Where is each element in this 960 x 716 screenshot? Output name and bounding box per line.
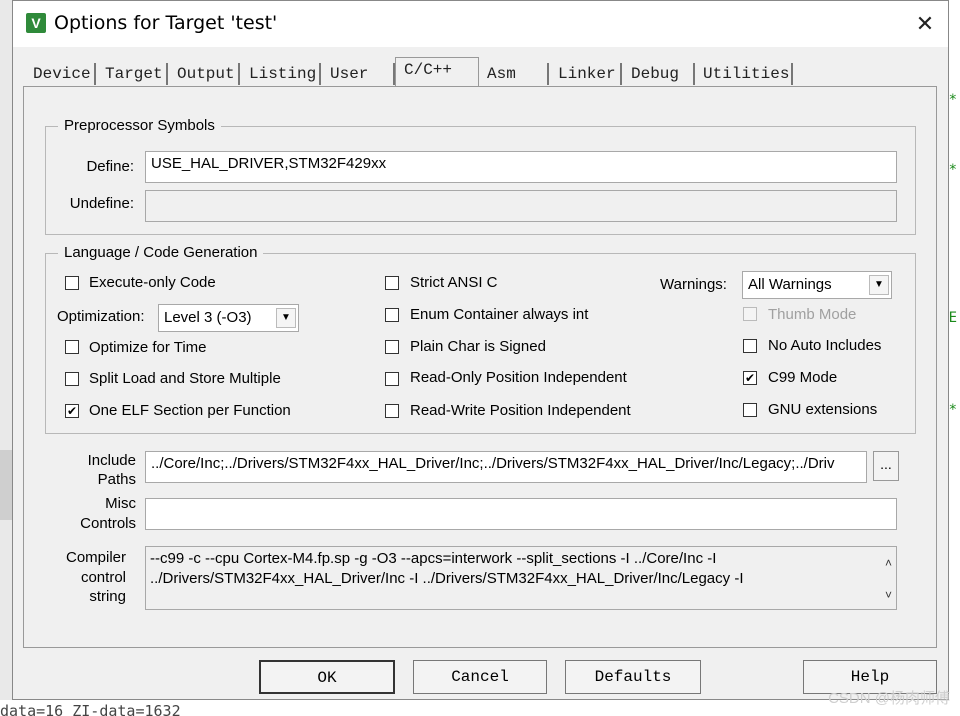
keil-uvision-icon: V (26, 13, 46, 33)
chevron-down-icon: ▼ (869, 275, 889, 295)
options-dialog: V Options for Target 'test' ✕ Device Tar… (12, 0, 949, 700)
no-auto-includes-label: No Auto Includes (768, 337, 882, 354)
thumb-mode-checkbox (743, 307, 757, 321)
defaults-button[interactable]: Defaults (565, 660, 701, 694)
optimization-label: Optimization: (57, 308, 145, 325)
misc-controls-input[interactable] (145, 498, 897, 530)
strict-ansi-label: Strict ANSI C (410, 274, 498, 291)
gnu-extensions-label: GNU extensions (768, 401, 878, 418)
rw-pi-checkbox[interactable] (385, 404, 399, 418)
optimize-time-checkbox[interactable] (65, 340, 79, 354)
tab-user[interactable]: User (322, 63, 395, 85)
split-load-label: Split Load and Store Multiple (89, 370, 281, 387)
tab-listing[interactable]: Listing (241, 63, 321, 85)
enum-container-label: Enum Container always int (410, 306, 589, 323)
warnings-label: Warnings: (660, 276, 727, 293)
define-label: Define: (86, 158, 134, 175)
one-elf-label: One ELF Section per Function (89, 402, 291, 419)
include-label-line2: Paths (97, 471, 136, 488)
misc-label-line2: Controls (80, 515, 136, 532)
preprocessor-group: Preprocessor Symbols Define: USE_HAL_DRI… (45, 117, 916, 235)
undefine-input[interactable] (145, 190, 897, 222)
dialog-title: Options for Target 'test' (54, 12, 278, 34)
optimize-time-label: Optimize for Time (89, 339, 207, 356)
tab-device[interactable]: Device (25, 63, 96, 85)
enum-container-checkbox[interactable] (385, 308, 399, 322)
optimization-select[interactable]: Level 3 (-O3) ▼ (158, 304, 299, 332)
ro-pi-label: Read-Only Position Independent (410, 369, 627, 386)
tab-cpp[interactable]: C/C++ (395, 57, 479, 87)
title-bar: V Options for Target 'test' ✕ (13, 1, 948, 47)
ro-pi-checkbox[interactable] (385, 372, 399, 386)
cpp-tab-panel: Preprocessor Symbols Define: USE_HAL_DRI… (23, 86, 937, 648)
tab-output[interactable]: Output (169, 63, 240, 85)
plain-char-checkbox[interactable] (385, 340, 399, 354)
misc-label-line1: Misc (105, 495, 136, 512)
scroll-up-icon[interactable]: ˄ (885, 553, 892, 573)
chevron-down-icon: ▼ (276, 308, 296, 328)
compiler-label-line3: string (89, 588, 126, 605)
optimization-value: Level 3 (-O3) (164, 309, 252, 326)
gnu-extensions-checkbox[interactable] (743, 403, 757, 417)
strict-ansi-checkbox[interactable] (385, 276, 399, 290)
compiler-label-line1: Compiler (65, 549, 126, 566)
compiler-control-string[interactable]: --c99 -c --cpu Cortex-M4.fp.sp -g -O3 --… (145, 546, 897, 610)
undefine-label: Undefine: (69, 195, 134, 212)
compiler-string-line2: ../Drivers/STM32F4xx_HAL_Driver/Inc -I .… (150, 570, 744, 587)
warnings-select[interactable]: All Warnings ▼ (742, 271, 892, 299)
split-load-checkbox[interactable] (65, 372, 79, 386)
execute-only-checkbox[interactable] (65, 276, 79, 290)
c99-mode-checkbox[interactable]: ✔ (743, 371, 757, 385)
close-icon[interactable]: ✕ (902, 1, 948, 47)
tab-utilities[interactable]: Utilities (695, 63, 793, 85)
execute-only-label: Execute-only Code (89, 274, 216, 291)
include-browse-button[interactable]: ... (873, 451, 899, 481)
rw-pi-label: Read-Write Position Independent (410, 402, 631, 419)
background-build-output: data=16 ZI-data=1632 (0, 700, 960, 716)
language-group: Language / Code Generation Execute-only … (45, 244, 916, 434)
csdn-watermark: CSDN @杨肉师傅 (828, 690, 950, 707)
compiler-label-line2: control (80, 569, 126, 586)
one-elf-checkbox[interactable]: ✔ (65, 404, 79, 418)
no-auto-includes-checkbox[interactable] (743, 339, 757, 353)
tab-target[interactable]: Target (97, 63, 168, 85)
tab-linker[interactable]: Linker (550, 63, 622, 85)
compiler-string-line1: --c99 -c --cpu Cortex-M4.fp.sp -g -O3 --… (150, 550, 717, 567)
preprocessor-group-title: Preprocessor Symbols (58, 117, 221, 134)
tab-debug[interactable]: Debug (623, 63, 695, 85)
include-paths-input[interactable]: ../Core/Inc;../Drivers/STM32F4xx_HAL_Dri… (145, 451, 867, 483)
background-editor-gutter (0, 450, 12, 520)
language-group-title: Language / Code Generation (58, 244, 264, 261)
define-input[interactable]: USE_HAL_DRIVER,STM32F429xx (145, 151, 897, 183)
tab-asm[interactable]: Asm (479, 63, 549, 85)
ok-button[interactable]: OK (259, 660, 395, 694)
include-label-line1: Include (87, 452, 136, 469)
cancel-button[interactable]: Cancel (413, 660, 547, 694)
thumb-mode-label: Thumb Mode (768, 306, 857, 323)
scroll-down-icon[interactable]: ˅ (885, 585, 892, 605)
plain-char-label: Plain Char is Signed (410, 338, 546, 355)
c99-mode-label: C99 Mode (768, 369, 838, 386)
warnings-value: All Warnings (748, 276, 832, 293)
